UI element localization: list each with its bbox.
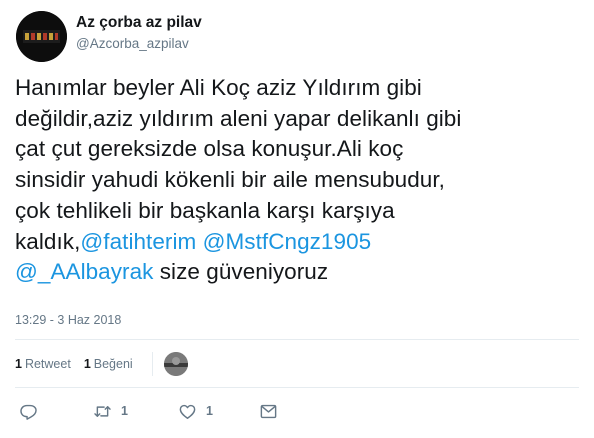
tweet-text-segment: çok tehlikeli bir başkanla karşı karşıya <box>15 197 395 223</box>
tweet-text-line: çat çut gereksizde olsa konuşur.Ali koç <box>15 134 585 165</box>
message-icon <box>260 404 277 418</box>
tweet-text-segment: çat çut gereksizde olsa konuşur.Ali koç <box>15 136 404 162</box>
reply-icon <box>20 404 37 420</box>
avatar-image <box>16 11 67 62</box>
like-icon <box>179 404 196 419</box>
like-stat[interactable]: 1 Beğeni <box>84 357 133 371</box>
like-stat-label: Beğeni <box>93 356 133 371</box>
tweet-text-line: Hanımlar beyler Ali Koç aziz Yıldırım gi… <box>15 73 585 104</box>
tweet-text-segment: sinsidir yahudi kökenli bir aile mensubu… <box>15 167 445 193</box>
mention-link[interactable]: @MstfCngz1905 <box>203 229 372 254</box>
like-stat-count: 1 <box>83 356 91 371</box>
tweet-text-line: @_AAlbayrak size güveniyoruz <box>15 257 585 288</box>
tweet-text-segment: size güveniyoruz <box>153 259 329 285</box>
action-bar: 1 1 <box>15 400 575 422</box>
retweet-count: 1 <box>121 404 128 418</box>
divider <box>15 387 579 388</box>
tweet-text-segment: değildir,aziz yıldırım aleni yapar delik… <box>15 105 462 131</box>
user-handle[interactable]: @Azcorba_azpilav <box>76 36 189 51</box>
liker-avatar-image <box>164 352 188 376</box>
tweet-text: Hanımlar beyler Ali Koç aziz Yıldırım gi… <box>15 73 585 288</box>
stats-divider <box>152 352 153 376</box>
like-count: 1 <box>206 404 213 418</box>
liker-avatar[interactable] <box>164 352 188 376</box>
tweet-text-line: kaldık,@fatihterim @MstfCngz1905 <box>15 227 585 258</box>
mention-link[interactable]: @fatihterim <box>80 229 196 254</box>
retweet-button[interactable]: 1 <box>93 400 128 422</box>
divider <box>15 339 579 340</box>
tweet-timestamp[interactable]: 13:29 - 3 Haz 2018 <box>15 313 121 327</box>
like-button[interactable]: 1 <box>178 400 213 422</box>
display-name[interactable]: Az çorba az pilav <box>76 14 202 32</box>
retweet-stat[interactable]: 1 Retweet <box>15 357 71 371</box>
mention-link[interactable]: @_AAlbayrak <box>15 259 153 284</box>
profile-avatar[interactable] <box>16 11 67 62</box>
direct-message-button[interactable] <box>259 400 278 422</box>
retweet-stat-count: 1 <box>15 356 22 371</box>
reply-button[interactable] <box>19 400 38 422</box>
tweet-text-segment: kaldık, <box>15 228 81 254</box>
tweet-text-line: sinsidir yahudi kökenli bir aile mensubu… <box>15 165 585 196</box>
tweet-text-line: çok tehlikeli bir başkanla karşı karşıya <box>15 196 585 227</box>
retweet-icon <box>94 405 111 417</box>
tweet-text-segment: Hanımlar beyler Ali Koç aziz Yıldırım gi… <box>15 75 422 100</box>
engagement-stats: 1 Retweet 1 Beğeni <box>15 356 133 371</box>
tweet-text-line: değildir,aziz yıldırım aleni yapar delik… <box>15 104 585 135</box>
retweet-stat-label: Retweet <box>24 356 71 371</box>
